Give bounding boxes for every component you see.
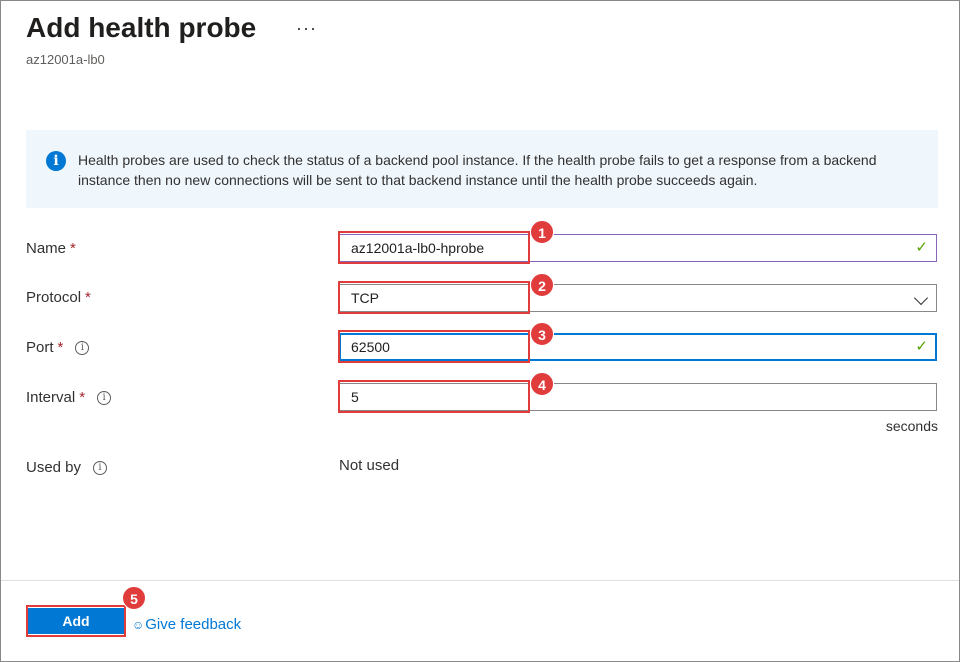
info-tooltip-icon[interactable]: i <box>75 341 90 356</box>
info-tooltip-icon[interactable]: i <box>93 461 108 476</box>
required-marker: * <box>85 289 91 306</box>
used-by-value: Not used <box>339 457 400 474</box>
feedback-icon: ☺ <box>132 618 145 632</box>
info-text: Health probes are used to check the stat… <box>78 152 877 188</box>
give-feedback-link[interactable]: ☺Give feedback <box>132 616 241 633</box>
interval-unit: seconds <box>885 418 938 434</box>
name-label-text: Name <box>26 240 67 257</box>
chevron-down-icon <box>913 290 929 306</box>
more-options-button[interactable]: ··· <box>296 18 317 39</box>
check-icon: ✓ <box>915 239 928 256</box>
page-title: Add health probe <box>26 12 257 43</box>
required-marker: * <box>57 339 64 356</box>
annotation-badge: 4 <box>530 372 554 396</box>
annotation-badge: 1 <box>530 220 554 244</box>
required-marker: * <box>70 240 76 257</box>
annotation-badge: 5 <box>122 586 146 610</box>
annotation-badge: 2 <box>530 273 554 297</box>
highlight-name <box>338 231 530 264</box>
info-icon: i <box>46 151 66 171</box>
highlight-add <box>26 605 126 637</box>
interval-label: Interval * i <box>26 389 112 406</box>
used-by-label-text: Used by <box>26 459 82 476</box>
port-label: Port * i <box>26 339 90 356</box>
footer-divider <box>1 580 959 581</box>
info-banner: i Health probes are used to check the st… <box>26 130 938 208</box>
page-subtitle: az12001a-lb0 <box>26 52 105 67</box>
highlight-interval <box>338 380 530 413</box>
highlight-port <box>338 330 530 363</box>
protocol-label: Protocol * <box>26 289 91 306</box>
port-label-text: Port <box>26 339 54 356</box>
give-feedback-label: Give feedback <box>145 616 242 633</box>
annotation-badge: 3 <box>530 322 554 346</box>
check-icon: ✓ <box>915 338 928 355</box>
protocol-label-text: Protocol <box>26 289 82 306</box>
info-tooltip-icon[interactable]: i <box>97 391 112 406</box>
highlight-protocol <box>338 281 530 314</box>
interval-label-text: Interval <box>26 389 76 406</box>
used-by-label: Used by i <box>26 459 108 476</box>
required-marker: * <box>79 389 86 406</box>
name-label: Name * <box>26 240 76 257</box>
